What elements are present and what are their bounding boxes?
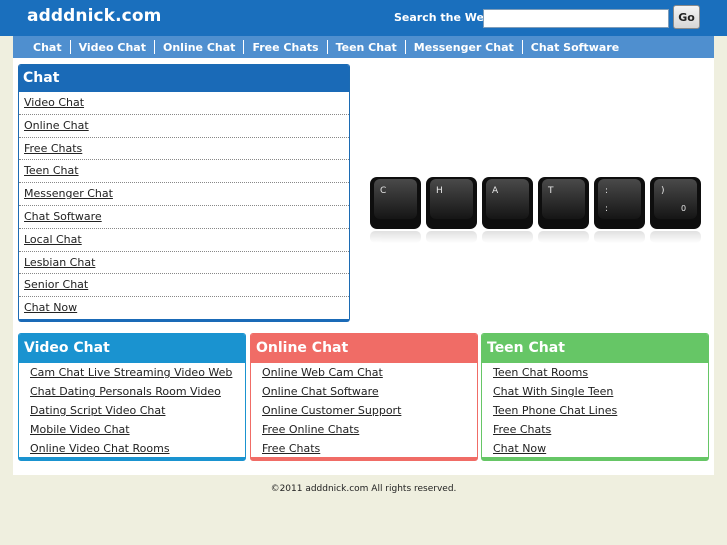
list-item: Online Video Chat Rooms [30,440,245,457]
chat-link[interactable]: Teen Chat [24,164,79,177]
list-item: Cam Chat Live Streaming Video Web [30,364,245,383]
list-item: Free Chats [262,440,477,457]
list-item: Online Chat [19,115,349,138]
list-item: Free Chats [493,421,708,440]
key-zero-label: 0 [681,204,686,213]
key-label: : [605,186,608,196]
key-label: A [492,186,499,196]
nav-item-messenger-chat[interactable]: Messenger Chat [406,40,522,55]
panel-link[interactable]: Online Chat Software [262,385,379,398]
header-bar: adddnick.com Search the Web: Go [0,0,727,36]
key-a: A [482,177,533,229]
list-item: Free Chats [19,138,349,161]
list-item: Dating Script Video Chat [30,402,245,421]
key-c: C [370,177,421,229]
nav-item-video-chat[interactable]: Video Chat [71,40,154,55]
list-item: Chat Software [19,206,349,229]
panel-link-list: Online Web Cam Chat Online Chat Software… [251,363,477,457]
key-paren: ) 0 [650,177,701,229]
list-item: Free Online Chats [262,421,477,440]
list-item: Chat Now [493,440,708,457]
chat-link[interactable]: Chat Now [24,301,77,314]
key-label: C [380,186,386,196]
go-button[interactable]: Go [673,5,700,29]
list-item: Chat Now [19,297,349,319]
chat-link[interactable]: Senior Chat [24,278,88,291]
panel-link[interactable]: Free Chats [262,442,320,455]
panel-link[interactable]: Chat Dating Personals Room Video [30,385,221,398]
search-label: Search the Web: [394,11,497,24]
list-item: Teen Phone Chat Lines [493,402,708,421]
chat-link[interactable]: Local Chat [24,233,82,246]
panel-link[interactable]: Dating Script Video Chat [30,404,165,417]
list-item: Chat Dating Personals Room Video [30,383,245,402]
teen-chat-panel: Teen Chat Teen Chat Rooms Chat With Sing… [481,333,709,461]
nav-item-free-chats[interactable]: Free Chats [244,40,326,55]
nav-item-teen-chat[interactable]: Teen Chat [328,40,405,55]
panel-link[interactable]: Chat With Single Teen [493,385,613,398]
list-item: Teen Chat Rooms [493,364,708,383]
nav-item-online-chat[interactable]: Online Chat [155,40,243,55]
panel-title: Video Chat [19,334,245,363]
panel-link-list: Teen Chat Rooms Chat With Single Teen Te… [482,363,708,457]
key-label: T [547,186,554,196]
panel-link-list: Cam Chat Live Streaming Video Web Chat D… [19,363,245,457]
panel-link[interactable]: Online Web Cam Chat [262,366,383,379]
chat-link[interactable]: Free Chats [24,142,82,155]
list-item: Teen Chat [19,160,349,184]
online-chat-panel: Online Chat Online Web Cam Chat Online C… [250,333,478,461]
chat-link[interactable]: Messenger Chat [24,187,113,200]
key-label: ) [661,186,665,196]
video-chat-panel: Video Chat Cam Chat Live Streaming Video… [18,333,246,461]
chat-box-title: Chat [19,65,349,92]
panel-title: Online Chat [251,334,477,363]
panel-link[interactable]: Cam Chat Live Streaming Video Web [30,366,232,379]
panel-link[interactable]: Teen Chat Rooms [493,366,588,379]
search-input[interactable] [483,9,669,28]
list-item: Senior Chat [19,274,349,298]
keyboard-reflection [370,231,701,243]
footer-copyright: ©2011 adddnick.com All rights reserved. [270,484,457,494]
chat-link[interactable]: Lesbian Chat [24,256,95,269]
list-item: Online Web Cam Chat [262,364,477,383]
panel-title: Teen Chat [482,334,708,363]
main-content: Chat Video Chat Online Chat Free Chats T… [13,36,714,475]
panel-link[interactable]: Mobile Video Chat [30,423,130,436]
nav-item-chat[interactable]: Chat [25,40,70,55]
list-item: Online Customer Support [262,402,477,421]
chat-links-box: Chat Video Chat Online Chat Free Chats T… [18,64,350,322]
panel-link[interactable]: Free Online Chats [262,423,359,436]
panel-link[interactable]: Free Chats [493,423,551,436]
panel-link[interactable]: Online Video Chat Rooms [30,442,170,455]
nav-bar: Chat Video Chat Online Chat Free Chats T… [13,36,714,58]
panel-link[interactable]: Teen Phone Chat Lines [493,404,617,417]
nav-item-chat-software[interactable]: Chat Software [523,40,627,55]
key-label: : [605,204,608,214]
chat-link[interactable]: Online Chat [24,119,89,132]
list-item: Online Chat Software [262,383,477,402]
list-item: Video Chat [19,92,349,115]
list-item: Messenger Chat [19,183,349,206]
panel-link[interactable]: Chat Now [493,442,546,455]
chat-link-list: Video Chat Online Chat Free Chats Teen C… [19,92,349,319]
key-label: H [436,186,443,196]
key-colon: : : [594,177,645,229]
chat-keyboard-image: C H A T : : ) 0 [370,177,701,243]
list-item: Mobile Video Chat [30,421,245,440]
site-logo[interactable]: adddnick.com [27,6,161,26]
list-item: Lesbian Chat [19,252,349,275]
chat-link[interactable]: Video Chat [24,96,84,109]
list-item: Local Chat [19,229,349,252]
chat-link[interactable]: Chat Software [24,210,102,223]
key-h: H [426,177,477,229]
panel-link[interactable]: Online Customer Support [262,404,401,417]
key-t: T [538,177,589,229]
list-item: Chat With Single Teen [493,383,708,402]
